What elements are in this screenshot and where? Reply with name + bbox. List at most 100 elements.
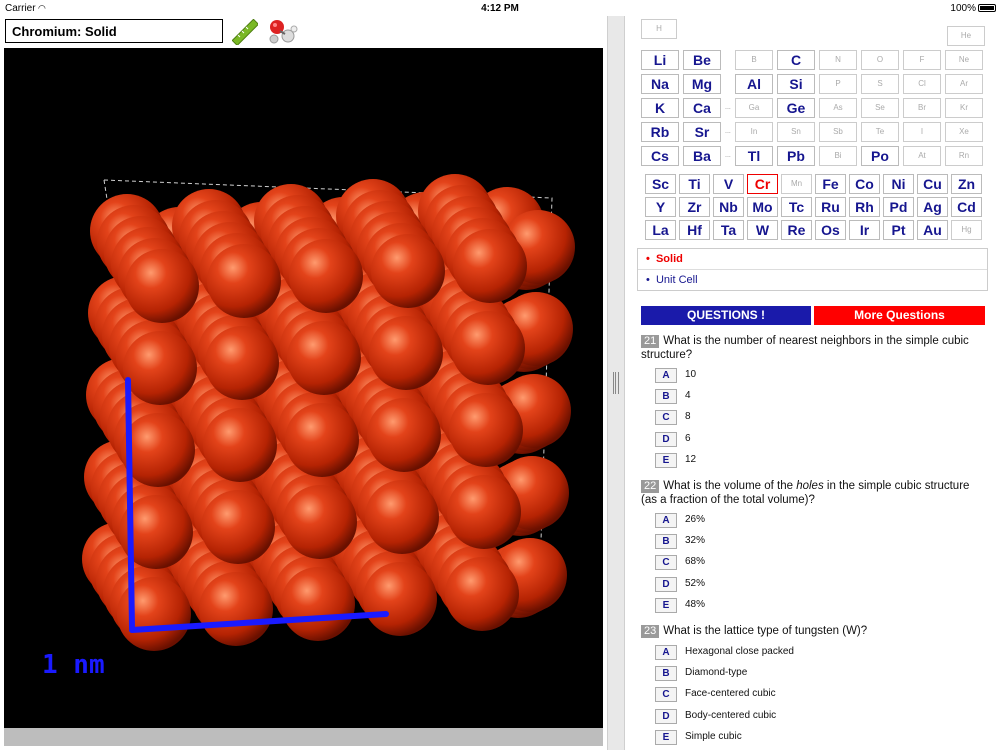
- element-i[interactable]: I: [903, 122, 941, 142]
- molecule-icon[interactable]: [266, 18, 298, 46]
- element-cd[interactable]: Cd: [951, 197, 982, 217]
- answer-option[interactable]: A Hexagonal close packed: [655, 645, 955, 661]
- answer-option[interactable]: A 26%: [655, 513, 955, 529]
- answer-option[interactable]: D 52%: [655, 576, 955, 593]
- answer-letter-button[interactable]: E: [655, 729, 677, 745]
- answer-letter-button[interactable]: A: [655, 368, 677, 383]
- element-ar[interactable]: Ar: [945, 74, 983, 94]
- element-tl[interactable]: Tl: [735, 146, 773, 166]
- answer-option[interactable]: A 10: [655, 368, 955, 384]
- element-ne[interactable]: Ne: [945, 50, 983, 70]
- element-as[interactable]: As: [819, 98, 857, 118]
- element-ca[interactable]: Ca: [683, 98, 721, 118]
- element-cl[interactable]: Cl: [903, 74, 941, 94]
- element-al[interactable]: Al: [735, 74, 773, 94]
- answer-letter-button[interactable]: B: [655, 534, 677, 550]
- element-ta[interactable]: Ta: [713, 220, 744, 240]
- element-br[interactable]: Br: [903, 98, 941, 118]
- element-mo[interactable]: Mo: [747, 197, 778, 217]
- answer-option[interactable]: C Face-centered cubic: [655, 687, 955, 703]
- questions-button[interactable]: QUESTIONS !: [641, 306, 811, 325]
- element-o[interactable]: O: [861, 50, 899, 70]
- answer-letter-button[interactable]: C: [655, 687, 677, 703]
- answer-letter-button[interactable]: A: [655, 645, 677, 660]
- element-s[interactable]: S: [861, 74, 899, 94]
- element-os[interactable]: Os: [815, 220, 846, 240]
- element-cu[interactable]: Cu: [917, 174, 948, 194]
- element-ga[interactable]: Ga: [735, 98, 773, 118]
- answer-option[interactable]: E Simple cubic: [655, 729, 955, 746]
- answer-letter-button[interactable]: B: [655, 389, 677, 405]
- element-cr[interactable]: Cr: [747, 174, 778, 194]
- element-hf[interactable]: Hf: [679, 220, 710, 240]
- element-rh[interactable]: Rh: [849, 197, 880, 217]
- element-b[interactable]: B: [735, 50, 773, 70]
- element-si[interactable]: Si: [777, 74, 815, 94]
- answer-letter-button[interactable]: C: [655, 555, 677, 571]
- answer-letter-button[interactable]: A: [655, 513, 677, 528]
- answer-option[interactable]: E 12: [655, 452, 955, 469]
- element-bi[interactable]: Bi: [819, 146, 857, 166]
- element-hg[interactable]: Hg: [951, 220, 982, 240]
- answer-option[interactable]: D6: [655, 431, 955, 448]
- element-sn[interactable]: Sn: [777, 122, 815, 142]
- element-in[interactable]: In: [735, 122, 773, 142]
- answer-letter-button[interactable]: C: [655, 410, 677, 426]
- element-p[interactable]: P: [819, 74, 857, 94]
- element-pt[interactable]: Pt: [883, 220, 914, 240]
- element-ir[interactable]: Ir: [849, 220, 880, 240]
- element-ru[interactable]: Ru: [815, 197, 846, 217]
- element-sc[interactable]: Sc: [645, 174, 676, 194]
- element-sr[interactable]: Sr: [683, 122, 721, 142]
- split-view-divider[interactable]: [607, 16, 625, 750]
- answer-option[interactable]: C 68%: [655, 555, 955, 571]
- answer-letter-button[interactable]: D: [655, 576, 677, 592]
- element-tc[interactable]: Tc: [781, 197, 812, 217]
- element-zr[interactable]: Zr: [679, 197, 710, 217]
- answer-letter-button[interactable]: D: [655, 431, 677, 447]
- element-po[interactable]: Po: [861, 146, 899, 166]
- element-fe[interactable]: Fe: [815, 174, 846, 194]
- element-w[interactable]: W: [747, 220, 778, 240]
- element-se[interactable]: Se: [861, 98, 899, 118]
- answer-letter-button[interactable]: D: [655, 708, 677, 724]
- answer-option[interactable]: B Diamond-type: [655, 666, 955, 682]
- element-ge[interactable]: Ge: [777, 98, 815, 118]
- answer-letter-button[interactable]: B: [655, 666, 677, 682]
- view-unit-cell[interactable]: • Unit Cell: [638, 270, 987, 291]
- element-c[interactable]: C: [777, 50, 815, 70]
- element-cs[interactable]: Cs: [641, 146, 679, 166]
- element-be[interactable]: Be: [683, 50, 721, 70]
- element-f[interactable]: F: [903, 50, 941, 70]
- element-n[interactable]: N: [819, 50, 857, 70]
- element-kr[interactable]: Kr: [945, 98, 983, 118]
- element-mn[interactable]: Mn: [781, 174, 812, 194]
- answer-option[interactable]: E 48%: [655, 597, 955, 614]
- element-he[interactable]: He: [947, 26, 985, 46]
- element-na[interactable]: Na: [641, 74, 679, 94]
- element-la[interactable]: La: [645, 220, 676, 240]
- element-ag[interactable]: Ag: [917, 197, 948, 217]
- answer-letter-button[interactable]: E: [655, 597, 677, 613]
- divider-grip-icon[interactable]: [613, 372, 619, 394]
- element-rb[interactable]: Rb: [641, 122, 679, 142]
- element-co[interactable]: Co: [849, 174, 880, 194]
- element-re[interactable]: Re: [781, 220, 812, 240]
- element-sb[interactable]: Sb: [819, 122, 857, 142]
- ruler-icon[interactable]: [231, 18, 260, 47]
- answer-option[interactable]: C8: [655, 410, 955, 426]
- element-v[interactable]: V: [713, 174, 744, 194]
- element-k[interactable]: K: [641, 98, 679, 118]
- more-questions-button[interactable]: More Questions: [814, 306, 985, 325]
- element-mg[interactable]: Mg: [683, 74, 721, 94]
- element-pb[interactable]: Pb: [777, 146, 815, 166]
- answer-option[interactable]: D Body-centered cubic: [655, 708, 955, 725]
- answer-letter-button[interactable]: E: [655, 452, 677, 468]
- element-ti[interactable]: Ti: [679, 174, 710, 194]
- answer-option[interactable]: B4: [655, 389, 955, 405]
- view-solid[interactable]: • Solid: [638, 249, 987, 270]
- element-li[interactable]: Li: [641, 50, 679, 70]
- element-pd[interactable]: Pd: [883, 197, 914, 217]
- element-te[interactable]: Te: [861, 122, 899, 142]
- element-ba[interactable]: Ba: [683, 146, 721, 166]
